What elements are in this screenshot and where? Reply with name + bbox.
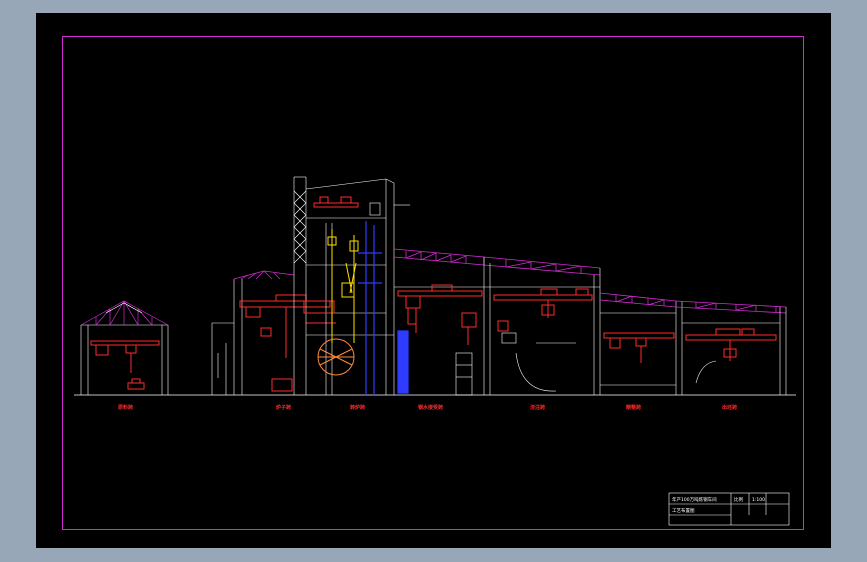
casting-bay-crane — [493, 288, 593, 332]
ladle-bay-crane — [397, 284, 483, 345]
title-block-title: 年产100万吨炼钢车间 — [672, 496, 717, 503]
section-label-5: 精整跨 — [626, 404, 642, 411]
bay-raw-material-roof — [80, 300, 169, 326]
section-label-2: 转炉跨 — [350, 404, 366, 411]
bay-furnace-roof — [233, 270, 295, 280]
section-label-6: 出坯跨 — [722, 404, 738, 411]
billet-bay — [682, 307, 787, 395]
cad-viewport[interactable]: 原料跨 炉子跨 转炉跨 钢水接受跨 浇注跨 精整跨 出坯跨 年产100万吨炼钢车… — [36, 13, 831, 548]
converter-tower — [293, 176, 410, 395]
finishing-bay-crane — [603, 332, 675, 363]
main-bay-roof — [393, 248, 601, 276]
section-labels: 原料跨 炉子跨 转炉跨 钢水接受跨 浇注跨 精整跨 出坯跨 — [118, 404, 738, 411]
elevation-drawing: 原料跨 炉子跨 转炉跨 钢水接受跨 浇注跨 精整跨 出坯跨 年产100万吨炼钢车… — [74, 176, 796, 526]
bay-raw-material — [80, 324, 169, 395]
converter-tower-equipment — [303, 196, 359, 314]
section-label-3: 钢水接受跨 — [418, 404, 444, 411]
main-bay-structure — [394, 257, 601, 396]
bay-furnace — [211, 279, 243, 395]
furnace-bay-crane — [239, 294, 336, 392]
section-label-4: 浇注跨 — [530, 404, 546, 411]
title-block-drawing-no: 工艺布置图 — [672, 507, 695, 514]
finishing-bay-roof — [599, 292, 787, 314]
converter-columns — [358, 221, 409, 395]
title-block-scale-label: 比例 — [734, 496, 743, 503]
section-label-1: 炉子跨 — [275, 404, 292, 411]
title-block-scale-value: 1:100 — [752, 497, 765, 503]
converter-vessel — [317, 229, 359, 376]
raw-bay-crane — [90, 340, 160, 390]
billet-bay-crane — [685, 328, 777, 361]
section-label-0: 原料跨 — [118, 404, 134, 411]
